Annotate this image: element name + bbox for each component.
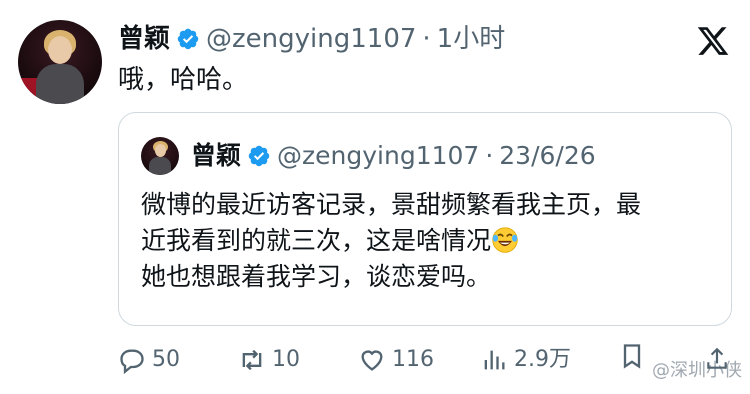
quoted-author-handle: @zengying1107 [277, 141, 480, 170]
quoted-tweet-date: 23/6/26 [499, 141, 596, 170]
tweet-actions: 50 10 116 2.9万 [118, 342, 738, 378]
verified-badge-icon [248, 145, 270, 167]
verified-badge-icon [177, 28, 199, 50]
author-avatar[interactable] [18, 20, 102, 104]
separator-dot: · [485, 141, 494, 170]
retweet-button[interactable]: 10 [238, 342, 300, 378]
bookmark-icon [623, 344, 641, 369]
author-name[interactable]: 曾颖 [118, 22, 170, 56]
tweet-header: 曾颖 @zengying1107 · 1小时 [118, 22, 505, 56]
x-logo-icon [697, 27, 729, 55]
like-count: 116 [392, 347, 434, 372]
laughing-tears-emoji-icon [492, 227, 518, 253]
quoted-text-line: 她也想跟着我学习，谈恋爱吗。 [141, 262, 492, 291]
quoted-text-line: 近我看到的就三次，这是啥情况 [141, 226, 492, 255]
quoted-author-avatar [141, 137, 179, 175]
quoted-tweet-text: 微博的最近访客记录，景甜频繁看我主页，最 近我看到的就三次，这是啥情况 她也想跟… [141, 187, 721, 295]
quoted-text-line: 微博的最近访客记录，景甜频繁看我主页，最 [141, 190, 642, 219]
tweet-text: 哦，哈哈。 [118, 65, 249, 95]
author-handle[interactable]: @zengying1107 [206, 22, 416, 56]
bookmark-button[interactable] [618, 342, 646, 370]
quoted-tweet-header: 曾颖 @zengying1107 · 23/6/26 [191, 139, 596, 173]
tweet-time[interactable]: 1小时 [437, 22, 506, 56]
views-button[interactable]: 2.9万 [480, 342, 571, 378]
quoted-tweet[interactable]: 曾颖 @zengying1107 · 23/6/26 微博的最近访客记录，景甜频… [118, 112, 732, 326]
heart-icon [361, 350, 383, 371]
reply-button[interactable]: 50 [118, 342, 180, 378]
view-count: 2.9万 [514, 347, 571, 372]
bar-chart-icon [484, 350, 505, 370]
retweet-icon [242, 349, 262, 371]
reply-icon [120, 349, 144, 374]
quoted-author-name: 曾颖 [191, 141, 242, 170]
like-button[interactable]: 116 [358, 342, 434, 378]
share-icon[interactable] [704, 346, 730, 372]
separator-dot: · [422, 24, 431, 54]
retweet-count: 10 [272, 347, 300, 372]
reply-count: 50 [152, 347, 180, 372]
quoted-text-line-2: 近我看到的就三次，这是啥情况 [141, 223, 721, 259]
